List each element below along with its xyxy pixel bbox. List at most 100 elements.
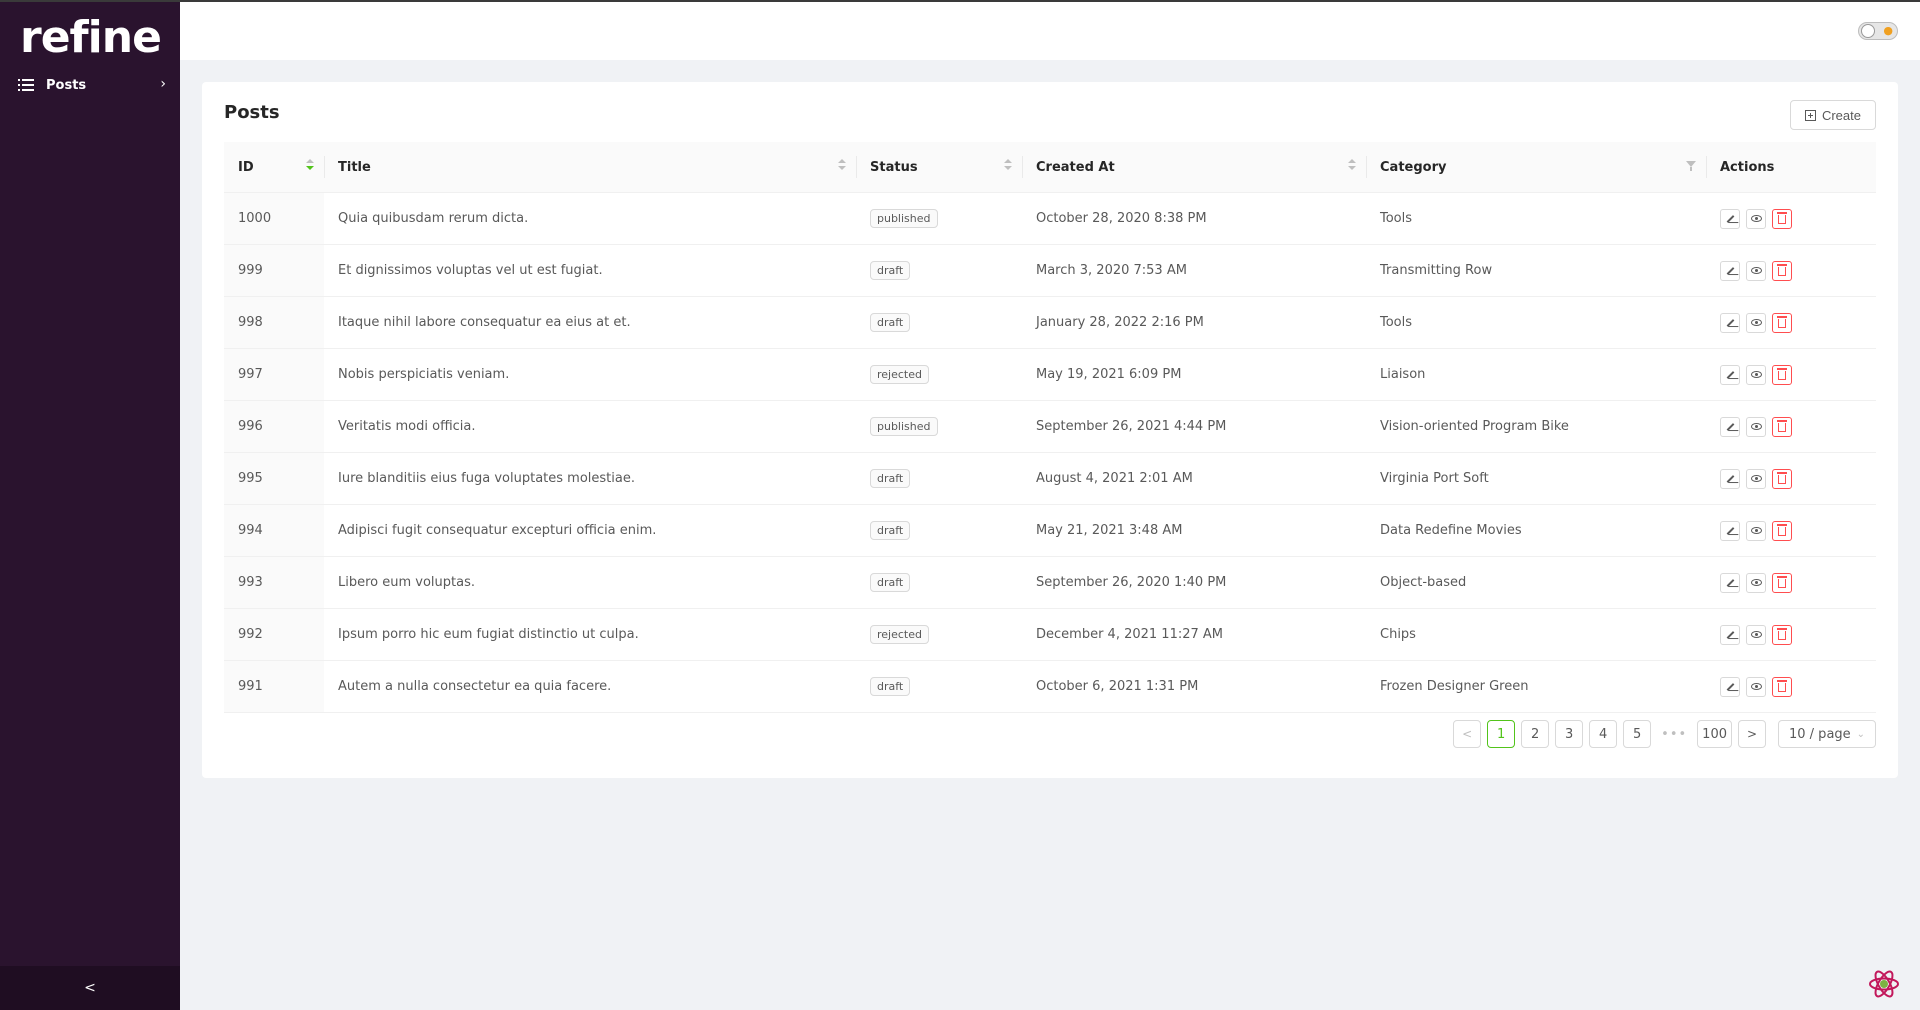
delete-button[interactable]	[1772, 676, 1792, 697]
cell-created-at: October 28, 2020 8:38 PM	[1036, 211, 1207, 226]
header: ●	[180, 2, 1920, 60]
page-3-button[interactable]: 3	[1555, 720, 1584, 748]
column-header-status[interactable]: Status	[856, 142, 1022, 192]
show-button[interactable]	[1746, 208, 1766, 229]
cell-status: draft	[856, 453, 1022, 504]
page-title: Posts	[224, 102, 280, 123]
pencil-icon	[1726, 526, 1734, 535]
column-header-created-at[interactable]: Created At	[1022, 142, 1366, 192]
sort-icon[interactable]	[1348, 159, 1356, 173]
page-4-button[interactable]: 4	[1589, 720, 1618, 748]
page-last-button[interactable]: 100	[1697, 720, 1732, 748]
trash-icon	[1777, 212, 1787, 224]
cell-category: Tools	[1380, 211, 1413, 226]
delete-button[interactable]	[1772, 364, 1792, 385]
next-page-button[interactable]: >	[1738, 720, 1766, 748]
eye-icon	[1750, 371, 1762, 378]
cell-created-at: May 21, 2021 3:48 AM	[1036, 523, 1183, 538]
cell-actions	[1706, 661, 1876, 712]
edit-button[interactable]	[1720, 260, 1740, 281]
cell-category: Frozen Designer Green	[1380, 679, 1529, 694]
edit-button[interactable]	[1720, 676, 1740, 697]
page-size-select[interactable]: 10 / page ⌄	[1778, 720, 1876, 748]
status-badge: draft	[870, 573, 911, 592]
cell-actions	[1706, 245, 1876, 296]
delete-button[interactable]	[1772, 520, 1792, 541]
filter-icon[interactable]	[1686, 161, 1696, 171]
show-button[interactable]	[1746, 676, 1766, 697]
prev-page-button[interactable]: <	[1453, 720, 1482, 748]
cell-actions	[1706, 557, 1876, 608]
show-button[interactable]	[1746, 572, 1766, 593]
cell-created-at: December 4, 2021 11:27 AM	[1036, 627, 1224, 642]
cell-status: published	[856, 193, 1022, 244]
edit-button[interactable]	[1720, 364, 1740, 385]
cell-status: rejected	[856, 609, 1022, 660]
edit-button[interactable]	[1720, 416, 1740, 437]
cell-category: Chips	[1380, 627, 1416, 642]
edit-button[interactable]	[1720, 624, 1740, 645]
cell-created-at: March 3, 2020 7:53 AM	[1036, 263, 1187, 278]
cell-id: 998	[224, 297, 324, 348]
cell-actions	[1706, 193, 1876, 244]
edit-button[interactable]	[1720, 520, 1740, 541]
refine-logo[interactable]: refine	[20, 12, 162, 63]
table-row: 995 Iure blanditiis eius fuga voluptates …	[224, 453, 1876, 505]
react-devtools-icon[interactable]	[1868, 968, 1900, 1000]
column-header-category[interactable]: Category	[1366, 142, 1706, 192]
cell-id: 991	[224, 661, 324, 712]
delete-button[interactable]	[1772, 260, 1792, 281]
edit-button[interactable]	[1720, 572, 1740, 593]
sidebar-item-posts[interactable]: Posts ›	[0, 72, 180, 98]
eye-icon	[1750, 475, 1762, 482]
cell-created-at: August 4, 2021 2:01 AM	[1036, 471, 1193, 486]
edit-button[interactable]	[1720, 312, 1740, 333]
sort-icon[interactable]	[1004, 159, 1012, 173]
status-badge: draft	[870, 677, 911, 696]
show-button[interactable]	[1746, 416, 1766, 437]
page-1-button[interactable]: 1	[1487, 720, 1516, 748]
show-button[interactable]	[1746, 312, 1766, 333]
trash-icon	[1777, 368, 1787, 380]
cell-title: Quia quibusdam rerum dicta.	[338, 211, 529, 226]
edit-button[interactable]	[1720, 468, 1740, 489]
status-badge: rejected	[870, 625, 929, 644]
cell-category: Transmitting Row	[1380, 263, 1493, 278]
delete-button[interactable]	[1772, 572, 1792, 593]
cell-actions	[1706, 505, 1876, 556]
column-header-actions: Actions	[1706, 142, 1876, 192]
show-button[interactable]	[1746, 520, 1766, 541]
chevron-down-icon: ⌄	[1856, 728, 1865, 740]
page-2-button[interactable]: 2	[1521, 720, 1550, 748]
status-badge: published	[870, 209, 938, 228]
delete-button[interactable]	[1772, 416, 1792, 437]
show-button[interactable]	[1746, 260, 1766, 281]
table-row: 999 Et dignissimos voluptas vel ut est fu…	[224, 245, 1876, 297]
cell-status: rejected	[856, 349, 1022, 400]
table-row: 993 Libero eum voluptas. draft September 26…	[224, 557, 1876, 609]
cell-status: published	[856, 401, 1022, 452]
create-button[interactable]: Create	[1789, 100, 1876, 130]
cell-id: 994	[224, 505, 324, 556]
theme-toggle[interactable]: ●	[1858, 22, 1898, 40]
sort-icon[interactable]	[838, 159, 846, 173]
delete-button[interactable]	[1772, 312, 1792, 333]
cell-status: draft	[856, 661, 1022, 712]
sidebar-collapse-button[interactable]: <	[0, 966, 180, 1010]
show-button[interactable]	[1746, 364, 1766, 385]
page-5-button[interactable]: 5	[1623, 720, 1652, 748]
sort-icon[interactable]	[306, 159, 314, 173]
cell-id: 1000	[224, 193, 324, 244]
edit-button[interactable]	[1720, 208, 1740, 229]
column-header-title[interactable]: Title	[324, 142, 856, 192]
delete-button[interactable]	[1772, 624, 1792, 645]
cell-title: Ipsum porro hic eum fugiat distinctio ut…	[338, 627, 639, 642]
delete-button[interactable]	[1772, 468, 1792, 489]
jump-next-ellipsis[interactable]: •••	[1657, 720, 1692, 748]
delete-button[interactable]	[1772, 208, 1792, 229]
toggle-knob	[1861, 24, 1875, 38]
show-button[interactable]	[1746, 468, 1766, 489]
show-button[interactable]	[1746, 624, 1766, 645]
cell-created-at: September 26, 2020 1:40 PM	[1036, 575, 1227, 590]
column-header-id[interactable]: ID	[224, 142, 324, 192]
